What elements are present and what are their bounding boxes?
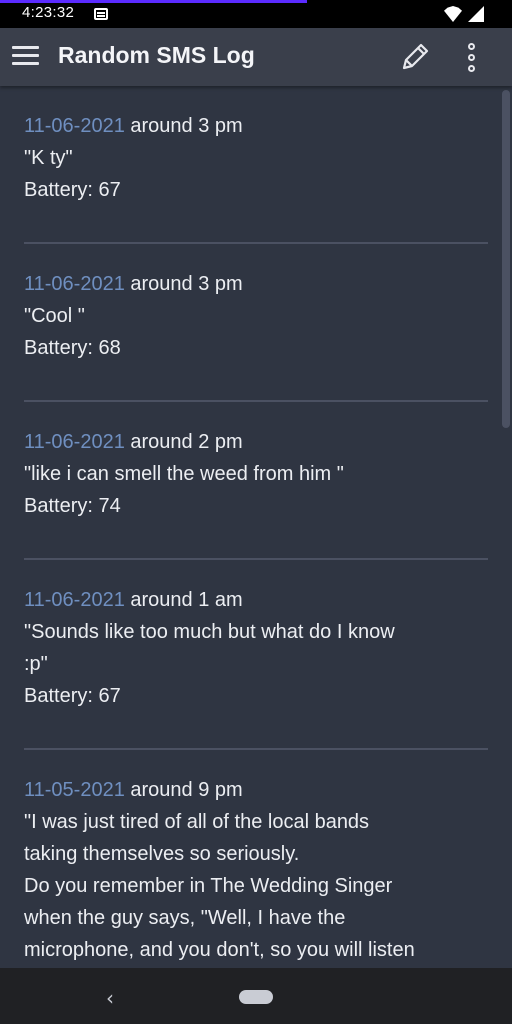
entry-message: "K ty" bbox=[24, 147, 73, 169]
status-icons bbox=[444, 5, 484, 23]
entry-date: 11-05-2021 bbox=[24, 779, 125, 801]
entry-battery: Battery: 67 bbox=[24, 685, 121, 707]
notification-icon bbox=[94, 8, 108, 20]
cell-signal-icon bbox=[468, 6, 484, 22]
more-options-icon[interactable] bbox=[458, 40, 486, 74]
entry-message-line: taking themselves so seriously. bbox=[24, 843, 300, 865]
status-bar: 4:23:32 bbox=[0, 0, 512, 28]
entry-battery: Battery: 67 bbox=[24, 179, 121, 201]
list-item[interactable]: 11-06-2021 around 3 pm "K ty" Battery: 6… bbox=[0, 86, 512, 206]
home-pill-button[interactable] bbox=[239, 990, 273, 1004]
entry-time: around 3 pm bbox=[130, 115, 243, 137]
entry-message-line: "Sounds like too much but what do I know bbox=[24, 621, 395, 643]
entry-date: 11-06-2021 bbox=[24, 115, 125, 137]
entry-message-line: microphone, and you don't, so you will l… bbox=[24, 939, 415, 961]
entry-time: around 2 pm bbox=[130, 431, 243, 453]
entry-message-line: "I was just tired of all of the local ba… bbox=[24, 811, 370, 833]
entry-header: 11-06-2021 around 2 pm bbox=[24, 426, 488, 458]
entry-header: 11-06-2021 around 3 pm bbox=[24, 110, 488, 142]
entry-date: 11-06-2021 bbox=[24, 273, 125, 295]
status-time: 4:23:32 bbox=[22, 4, 75, 21]
scrollbar[interactable] bbox=[502, 90, 510, 428]
entry-time: around 1 am bbox=[130, 589, 243, 611]
back-chevron-icon[interactable]: ‹ bbox=[106, 986, 114, 1010]
list-item[interactable]: 11-06-2021 around 2 pm "like i can smell… bbox=[0, 402, 512, 522]
entry-message-line: when the guy says, "Well, I have the bbox=[24, 907, 346, 929]
entry-time: around 9 pm bbox=[130, 779, 243, 801]
app-title: Random SMS Log bbox=[58, 42, 255, 68]
entry-time: around 3 pm bbox=[130, 273, 243, 295]
status-progress-bar bbox=[0, 0, 307, 3]
entry-header: 11-05-2021 around 9 pm bbox=[24, 774, 488, 806]
entry-date: 11-06-2021 bbox=[24, 589, 125, 611]
list-item[interactable]: 11-06-2021 around 1 am "Sounds like too … bbox=[0, 560, 512, 712]
edit-pencil-icon[interactable] bbox=[398, 40, 432, 74]
entry-message: "like i can smell the weed from him " bbox=[24, 463, 344, 485]
system-nav-bar: ‹ bbox=[0, 968, 512, 1024]
entry-date: 11-06-2021 bbox=[24, 431, 125, 453]
entry-message: "Cool " bbox=[24, 305, 85, 327]
list-item[interactable]: 11-06-2021 around 3 pm "Cool " Battery: … bbox=[0, 244, 512, 364]
entry-message-line: :p" bbox=[24, 653, 48, 675]
entry-header: 11-06-2021 around 1 am bbox=[24, 584, 488, 616]
entry-header: 11-06-2021 around 3 pm bbox=[24, 268, 488, 300]
entry-battery: Battery: 74 bbox=[24, 495, 121, 517]
entry-battery: Battery: 68 bbox=[24, 337, 121, 359]
wifi-icon bbox=[444, 6, 462, 22]
app-bar: Random SMS Log bbox=[0, 28, 512, 86]
list-item[interactable]: 11-05-2021 around 9 pm "I was just tired… bbox=[0, 750, 512, 966]
sms-log-list[interactable]: 11-06-2021 around 3 pm "K ty" Battery: 6… bbox=[0, 86, 512, 968]
entry-message-line: Do you remember in The Wedding Singer bbox=[24, 875, 393, 897]
menu-icon[interactable] bbox=[12, 44, 40, 66]
